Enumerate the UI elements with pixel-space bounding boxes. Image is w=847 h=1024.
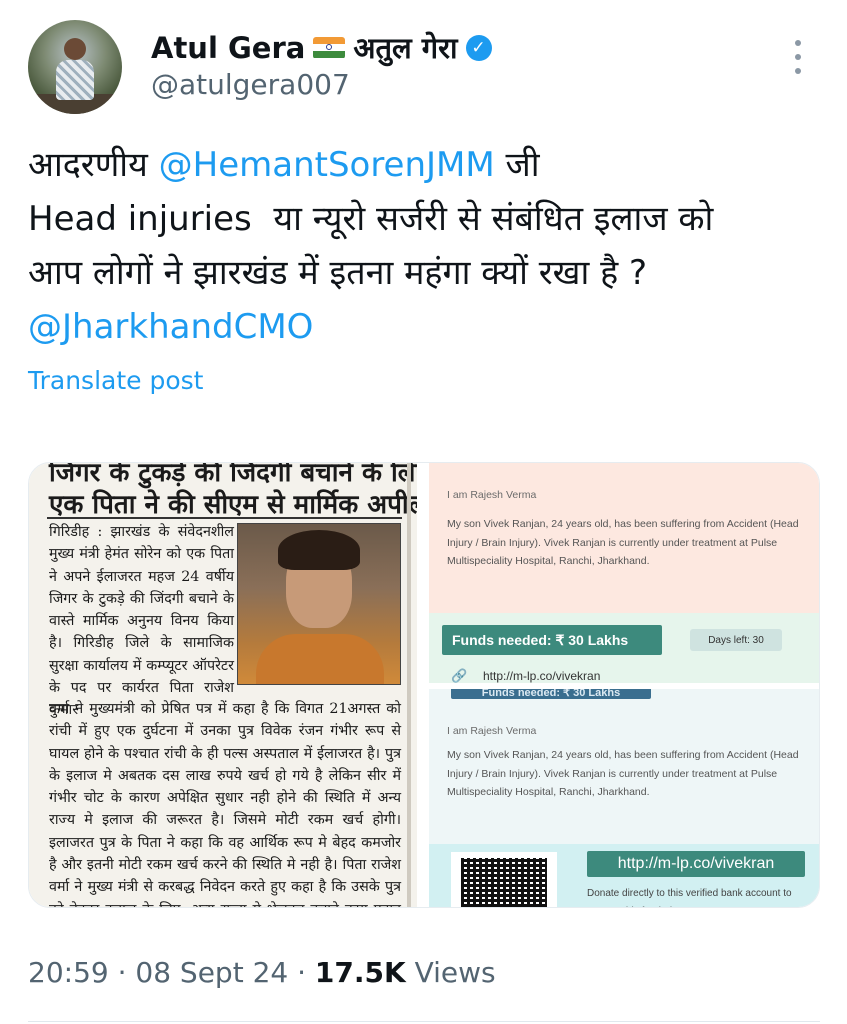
tweet-line3: आप लोगों ने झारखंड में इतना महंगा क्यों …	[28, 253, 647, 293]
fundraiser-card-bottom[interactable]: Funds needed: ₹ 30 Lakhs I am Rajesh Ver…	[429, 689, 819, 907]
qr-code	[451, 852, 557, 907]
avatar[interactable]	[28, 20, 122, 114]
mention-hemantsoren[interactable]: @HemantSorenJMM	[159, 145, 495, 185]
mention-jharkhandcmo[interactable]: @JharkhandCMO	[28, 307, 313, 347]
meta-separator-1: ·	[108, 956, 136, 989]
fundraiser-who: I am Rajesh Verma	[447, 489, 537, 501]
news-column-text: गिरिडीह : झारखंड के संवेदनशील मुख्य मंत्…	[49, 524, 234, 719]
fundraiser-description-2: My son Vivek Ranjan, 24 years old, has b…	[447, 749, 799, 798]
post-time[interactable]: 20:59	[28, 956, 109, 989]
translate-post-link[interactable]: Translate post	[28, 366, 203, 395]
qr-url-badge: http://m-lp.co/vivekran	[587, 851, 805, 877]
tweet-header: Atul Gera अतुल गेरा ✓ @atulgera007	[28, 20, 828, 120]
author-handle[interactable]: @atulgera007	[151, 68, 350, 101]
india-flag-icon	[313, 36, 346, 59]
meta-separator-2: ·	[288, 956, 315, 989]
fundraiser-card-top[interactable]: I am Rajesh Verma My son Vivek Ranjan, 2…	[429, 463, 819, 683]
news-headline-2: एक पिता ने की सीएम से मार्मिक अपील	[49, 490, 417, 520]
tweet-meta: 20:59 · 08 Sept 24 · 17.5K Views	[28, 956, 496, 989]
news-body-text: वर्मा ने मुख्यमंत्री को प्रेषित पत्र में…	[49, 701, 401, 907]
views-count[interactable]: 17.5K	[315, 956, 406, 989]
views-label: Views	[405, 956, 496, 989]
fundraiser-who-2: I am Rajesh Verma	[447, 725, 537, 737]
days-left-badge: Days left: 30	[690, 629, 782, 651]
post-date[interactable]: 08 Sept 24	[135, 956, 288, 989]
verified-badge-icon[interactable]: ✓	[465, 34, 492, 61]
news-photo	[237, 523, 401, 685]
author-name-hindi[interactable]: अतुल गेरा	[353, 28, 457, 67]
fundraiser-description: My son Vivek Ranjan, 24 years old, has b…	[447, 518, 799, 567]
link-icon: 🔗	[451, 668, 468, 683]
more-options-icon[interactable]	[791, 40, 805, 74]
tweet-line1-prefix: आदरणीय	[28, 145, 159, 185]
author-name-row[interactable]: Atul Gera अतुल गेरा ✓	[151, 28, 492, 67]
tweet-text: आदरणीय @HemantSorenJMM जी Head injuries …	[28, 138, 808, 354]
news-clipping-image[interactable]: जिगर के टुकड़े की जिंदगी बचाने के लिए एक…	[29, 463, 417, 907]
tweet-line1-suffix: जी	[494, 145, 540, 185]
news-rule	[47, 517, 402, 519]
bottom-divider	[28, 1021, 820, 1022]
media-divider	[407, 463, 411, 907]
tweet-line2: Head injuries या न्यूरो सर्जरी से संबंधि…	[28, 199, 714, 239]
author-display-name[interactable]: Atul Gera	[151, 31, 305, 65]
funds-needed-strip: Funds needed: ₹ 30 Lakhs	[451, 689, 651, 699]
funds-needed-badge: Funds needed: ₹ 30 Lakhs	[442, 625, 662, 655]
media-grid: जिगर के टुकड़े की जिंदगी बचाने के लिए एक…	[28, 462, 820, 908]
donate-text: Donate directly to this verified bank ac…	[587, 888, 792, 907]
fundraiser-url: http://m-lp.co/vivekran	[483, 669, 601, 683]
